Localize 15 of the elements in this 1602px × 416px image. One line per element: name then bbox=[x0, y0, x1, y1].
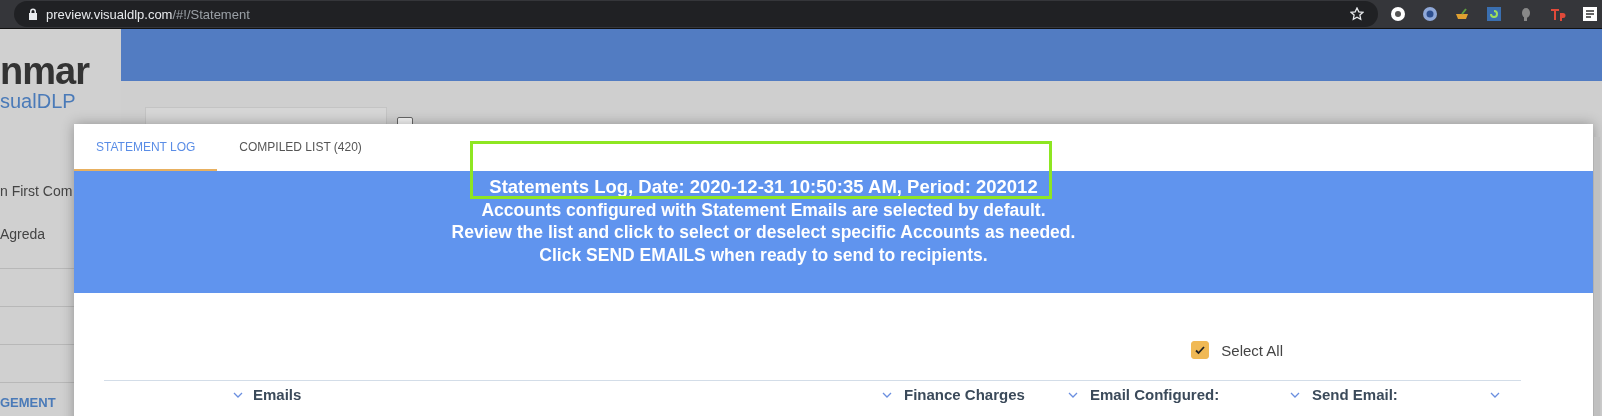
column-header[interactable]: Send Email: bbox=[1312, 386, 1398, 403]
url-path: /#!/Statement bbox=[172, 6, 250, 22]
banner-text: Click SEND EMAILS when ready to send to recipients. bbox=[538, 243, 989, 266]
url-host: preview.visualdlp.com bbox=[46, 6, 173, 22]
tab[interactable]: COMPILED LIST (420) bbox=[217, 124, 384, 171]
column-header[interactable]: Email Configured: bbox=[1090, 386, 1220, 403]
column-header[interactable]: Finance Charges bbox=[904, 386, 1025, 403]
checkbox-label: Select All bbox=[1221, 341, 1283, 359]
logo-text: nmar bbox=[0, 51, 89, 91]
column-header[interactable]: Emails bbox=[253, 386, 302, 403]
logo-subtext: sualDLP bbox=[0, 91, 76, 111]
banner-text: Accounts configured with Statement Emails are selected by default. bbox=[480, 198, 1047, 221]
banner-title: Statements Log, Date: 2020-12-31 10:50:35 AM, Period: 202012 bbox=[488, 176, 1039, 199]
banner-text: Review the list and click to select or deselect specific Accounts as needed. bbox=[450, 221, 1077, 244]
address-bar[interactable]: preview.visualdlp.com/#!/Statement bbox=[14, 1, 1378, 27]
